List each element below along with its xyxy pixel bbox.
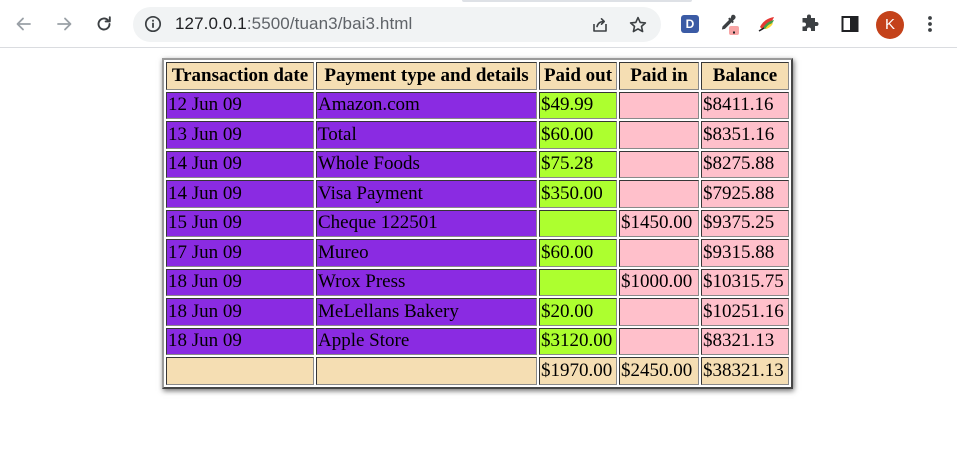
extension-eyedropper[interactable] bbox=[716, 12, 740, 36]
date-cell: 17 Jun 09 bbox=[166, 239, 314, 267]
date-cell: 13 Jun 09 bbox=[166, 121, 314, 149]
payment-details-cell: Wrox Press bbox=[316, 268, 537, 296]
forward-arrow-icon bbox=[57, 17, 72, 31]
kebab-menu-icon bbox=[928, 16, 932, 32]
paid-out-cell: $60.00 bbox=[539, 121, 617, 149]
paid-in-cell bbox=[619, 91, 699, 119]
tab-edge bbox=[462, 0, 692, 2]
total-date-cell bbox=[166, 357, 314, 385]
date-cell: 18 Jun 09 bbox=[166, 298, 314, 326]
extension-colorful[interactable] bbox=[756, 12, 780, 36]
balance-cell: $10251.16 bbox=[701, 298, 789, 326]
forward-button[interactable] bbox=[52, 12, 76, 36]
star-icon bbox=[629, 16, 647, 33]
header-row: Transaction date Payment type and detail… bbox=[166, 62, 789, 90]
transactions-table: Transaction date Payment type and detail… bbox=[162, 58, 793, 389]
paid-in-cell bbox=[619, 239, 699, 267]
payment-details-cell: Mureo bbox=[316, 239, 537, 267]
table-row: 12 Jun 09 Amazon.com $49.99 $8411.16 bbox=[166, 91, 789, 119]
paid-in-cell: $1450.00 bbox=[619, 209, 699, 237]
balance-cell: $8351.16 bbox=[701, 121, 789, 149]
table-row: 18 Jun 09 MeLellans Bakery $20.00 $10251.16 bbox=[166, 298, 789, 326]
share-icon bbox=[593, 18, 607, 32]
extension-dark-reader[interactable]: D bbox=[678, 12, 702, 36]
table-row: 18 Jun 09 Wrox Press $1000.00 $10315.75 bbox=[166, 268, 789, 296]
table-row: 17 Jun 09 Mureo $60.00 $9315.88 bbox=[166, 239, 789, 267]
puzzle-extensions-icon bbox=[802, 14, 819, 31]
total-paid-out-cell: $1970.00 bbox=[539, 357, 617, 385]
dark-reader-icon: D bbox=[681, 15, 699, 33]
header-transaction-date: Transaction date bbox=[166, 62, 314, 90]
date-cell: 15 Jun 09 bbox=[166, 209, 314, 237]
balance-cell: $10315.75 bbox=[701, 268, 789, 296]
paid-out-cell: $75.28 bbox=[539, 150, 617, 178]
header-payment-type: Payment type and details bbox=[316, 62, 537, 90]
payment-details-cell: Whole Foods bbox=[316, 150, 537, 178]
date-cell: 18 Jun 09 bbox=[166, 268, 314, 296]
payment-details-cell: Total bbox=[316, 121, 537, 149]
colorful-extension-icon bbox=[758, 17, 774, 32]
date-cell: 14 Jun 09 bbox=[166, 150, 314, 178]
side-panel-button[interactable] bbox=[838, 12, 862, 36]
paid-in-cell bbox=[619, 121, 699, 149]
extensions-button[interactable] bbox=[798, 12, 822, 36]
table-row: 18 Jun 09 Apple Store $3120.00 $8321.13 bbox=[166, 327, 789, 355]
back-button[interactable] bbox=[12, 12, 36, 36]
side-panel-icon bbox=[841, 16, 859, 32]
paid-out-cell: $49.99 bbox=[539, 91, 617, 119]
balance-cell: $9315.88 bbox=[701, 239, 789, 267]
url-host: 127.0.0.1 bbox=[175, 14, 247, 33]
profile-avatar[interactable]: K bbox=[876, 11, 904, 39]
site-info-icon[interactable] bbox=[143, 14, 163, 34]
paid-out-cell bbox=[539, 209, 617, 237]
balance-cell: $9375.25 bbox=[701, 209, 789, 237]
bookmark-button[interactable] bbox=[627, 14, 649, 36]
table-row: 14 Jun 09 Visa Payment $350.00 $7925.88 bbox=[166, 180, 789, 208]
paid-out-cell: $3120.00 bbox=[539, 327, 617, 355]
total-paid-in-cell: $2450.00 bbox=[619, 357, 699, 385]
address-bar[interactable]: 127.0.0.1:5500/tuan3/bai3.html bbox=[133, 7, 661, 42]
table-row: 13 Jun 09 Total $60.00 $8351.16 bbox=[166, 121, 789, 149]
balance-cell: $8411.16 bbox=[701, 91, 789, 119]
date-cell: 18 Jun 09 bbox=[166, 327, 314, 355]
payment-details-cell: Cheque 122501 bbox=[316, 209, 537, 237]
table-row: 14 Jun 09 Whole Foods $75.28 $8275.88 bbox=[166, 150, 789, 178]
payment-details-cell: Apple Store bbox=[316, 327, 537, 355]
payment-details-cell: MeLellans Bakery bbox=[316, 298, 537, 326]
balance-cell: $8275.88 bbox=[701, 150, 789, 178]
header-balance: Balance bbox=[701, 62, 789, 90]
browser-menu-button[interactable] bbox=[918, 12, 942, 36]
page-viewport: Transaction date Payment type and detail… bbox=[0, 49, 957, 456]
share-button[interactable] bbox=[589, 14, 611, 36]
balance-cell: $8321.13 bbox=[701, 327, 789, 355]
paid-in-cell bbox=[619, 180, 699, 208]
paid-out-cell bbox=[539, 268, 617, 296]
balance-cell: $7925.88 bbox=[701, 180, 789, 208]
reload-button[interactable] bbox=[92, 12, 116, 36]
header-paid-in: Paid in bbox=[619, 62, 699, 90]
table-row: 15 Jun 09 Cheque 122501 $1450.00 $9375.25 bbox=[166, 209, 789, 237]
paid-out-cell: $20.00 bbox=[539, 298, 617, 326]
payment-details-cell: Amazon.com bbox=[316, 91, 537, 119]
header-paid-out: Paid out bbox=[539, 62, 617, 90]
date-cell: 12 Jun 09 bbox=[166, 91, 314, 119]
date-cell: 14 Jun 09 bbox=[166, 180, 314, 208]
paid-in-cell bbox=[619, 298, 699, 326]
url-text[interactable]: 127.0.0.1:5500/tuan3/bai3.html bbox=[175, 14, 412, 34]
paid-in-cell bbox=[619, 150, 699, 178]
browser-toolbar: 127.0.0.1:5500/tuan3/bai3.html D K bbox=[0, 0, 957, 48]
reload-icon bbox=[97, 16, 111, 31]
eyedropper-icon bbox=[721, 14, 739, 35]
paid-out-cell: $350.00 bbox=[539, 180, 617, 208]
paid-out-cell: $60.00 bbox=[539, 239, 617, 267]
payment-details-cell: Visa Payment bbox=[316, 180, 537, 208]
totals-row: $1970.00 $2450.00 $38321.13 bbox=[166, 357, 789, 385]
paid-in-cell bbox=[619, 327, 699, 355]
back-arrow-icon bbox=[16, 17, 31, 31]
url-path: :5500/tuan3/bai3.html bbox=[246, 14, 413, 33]
paid-in-cell: $1000.00 bbox=[619, 268, 699, 296]
table-body: 12 Jun 09 Amazon.com $49.99 $8411.16 13 Jun … bbox=[166, 91, 789, 385]
total-payment-details-cell bbox=[316, 357, 537, 385]
total-balance-cell: $38321.13 bbox=[701, 357, 789, 385]
